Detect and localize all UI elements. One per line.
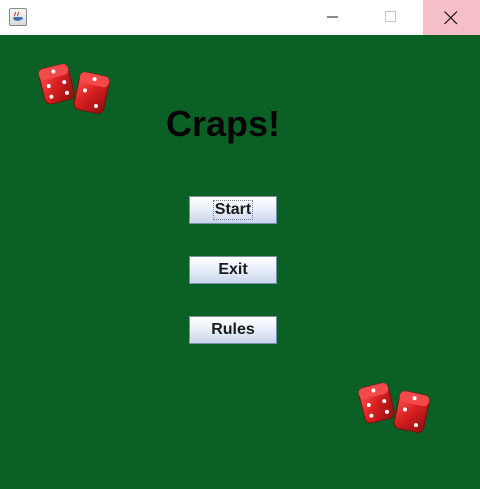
maximize-icon bbox=[385, 11, 396, 22]
start-button[interactable]: Start bbox=[189, 196, 277, 224]
java-cup-icon[interactable] bbox=[9, 8, 27, 26]
title-bar bbox=[0, 0, 480, 35]
close-button[interactable] bbox=[423, 0, 480, 35]
start-button-label: Start bbox=[212, 200, 254, 220]
rules-button[interactable]: Rules bbox=[189, 316, 277, 344]
dice-pair-icon bbox=[358, 382, 430, 433]
exit-button[interactable]: Exit bbox=[189, 256, 277, 284]
close-icon bbox=[444, 11, 458, 25]
minimize-button[interactable] bbox=[310, 0, 356, 35]
minimize-icon bbox=[327, 16, 338, 18]
game-title: Craps! bbox=[165, 103, 281, 144]
maximize-button[interactable] bbox=[368, 0, 414, 35]
